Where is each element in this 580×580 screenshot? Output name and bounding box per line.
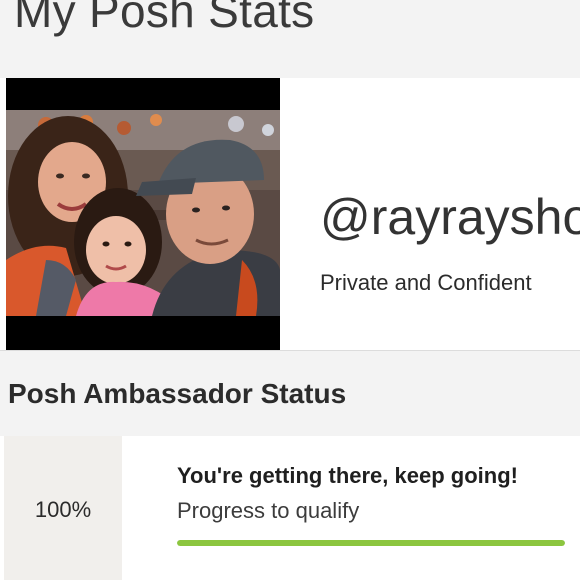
progress-label: Progress to qualify xyxy=(177,498,360,523)
ambassador-status-heading: Posh Ambassador Status xyxy=(8,378,347,409)
profile-card: @rayraysho Private and Confident xyxy=(0,78,580,351)
progress-bar xyxy=(177,540,565,546)
ambassador-status-card: 100% You're getting there, keep going! P… xyxy=(0,436,580,580)
progress-percent-box: 100% xyxy=(4,436,122,580)
privacy-note: Private and Confident xyxy=(320,270,532,295)
profile-username: @rayraysho xyxy=(320,189,580,245)
page-title: My Posh Stats xyxy=(14,0,315,37)
my-posh-stats-page: My Posh Stats @rayraysho Private and Con… xyxy=(0,0,580,580)
progress-percent-value: 100% xyxy=(34,497,92,522)
family-photo-image xyxy=(6,110,280,316)
progress-bar-fill xyxy=(177,540,565,546)
profile-photo xyxy=(6,78,280,350)
status-message: You're getting there, keep going! xyxy=(177,463,518,488)
